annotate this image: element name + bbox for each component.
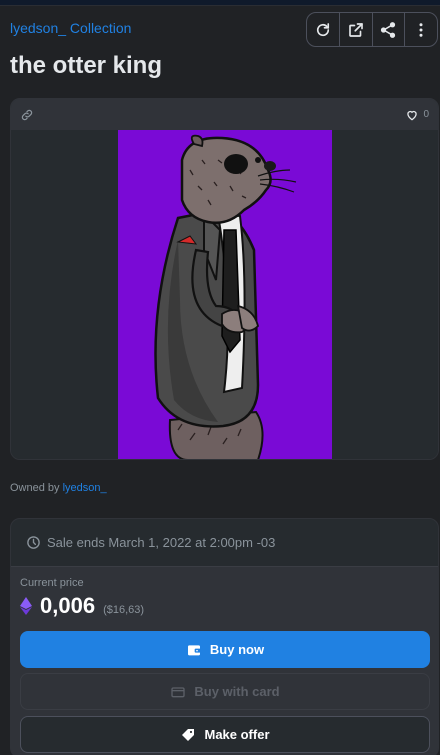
- refresh-button[interactable]: [307, 13, 340, 46]
- sale-end-text: Sale ends March 1, 2022 at 2:00pm -03: [47, 535, 276, 550]
- item-title: the otter king: [10, 52, 163, 79]
- heart-icon: [407, 110, 418, 120]
- price-label: Current price: [20, 577, 84, 589]
- more-options-button[interactable]: [405, 13, 437, 46]
- buy-now-label: Buy now: [209, 642, 265, 657]
- favorite-count: 0: [423, 109, 429, 120]
- chain-icon[interactable]: [20, 108, 34, 122]
- buy-with-card-label: Buy with card: [194, 684, 280, 699]
- media-body: [11, 130, 438, 460]
- owner-link[interactable]: lyedson_: [63, 482, 107, 494]
- share-button[interactable]: [373, 13, 406, 46]
- make-offer-label: Make offer: [204, 727, 270, 742]
- price-row: 0,006 ($16,63): [20, 593, 429, 619]
- price-card: Sale ends March 1, 2022 at 2:00pm -03 Cu…: [10, 518, 439, 755]
- price-usd: ($16,63): [103, 604, 145, 616]
- refresh-icon: [316, 22, 329, 36]
- buy-with-card-button[interactable]: Buy with card: [20, 673, 430, 710]
- media-card: 0: [10, 98, 439, 460]
- collection-link[interactable]: lyedson_ Collection: [10, 20, 131, 36]
- ethereum-icon: [20, 597, 32, 615]
- item-actions-toolbar: [306, 12, 438, 47]
- share-icon: [381, 21, 396, 38]
- price-section: Current price 0,006 ($16,63): [11, 567, 438, 619]
- owned-by-prefix: Owned by: [10, 482, 60, 494]
- owned-by: Owned by lyedson_: [10, 482, 107, 494]
- tag-icon: [182, 728, 195, 741]
- wallet-icon: [187, 644, 201, 655]
- buy-now-button[interactable]: Buy now: [20, 631, 430, 668]
- make-offer-button[interactable]: Make offer: [20, 716, 430, 753]
- external-link-icon: [348, 22, 363, 37]
- price-value: 0,006: [40, 593, 96, 618]
- more-icon: [419, 22, 423, 37]
- favorite-button[interactable]: 0: [405, 108, 429, 122]
- otter-artwork[interactable]: [117, 130, 332, 460]
- clock-icon: [27, 536, 40, 549]
- sale-end-row: Sale ends March 1, 2022 at 2:00pm -03: [11, 519, 438, 567]
- credit-card-icon: [171, 686, 186, 697]
- top-bar: [0, 0, 440, 6]
- open-external-button[interactable]: [340, 13, 373, 46]
- media-header: 0: [11, 99, 438, 130]
